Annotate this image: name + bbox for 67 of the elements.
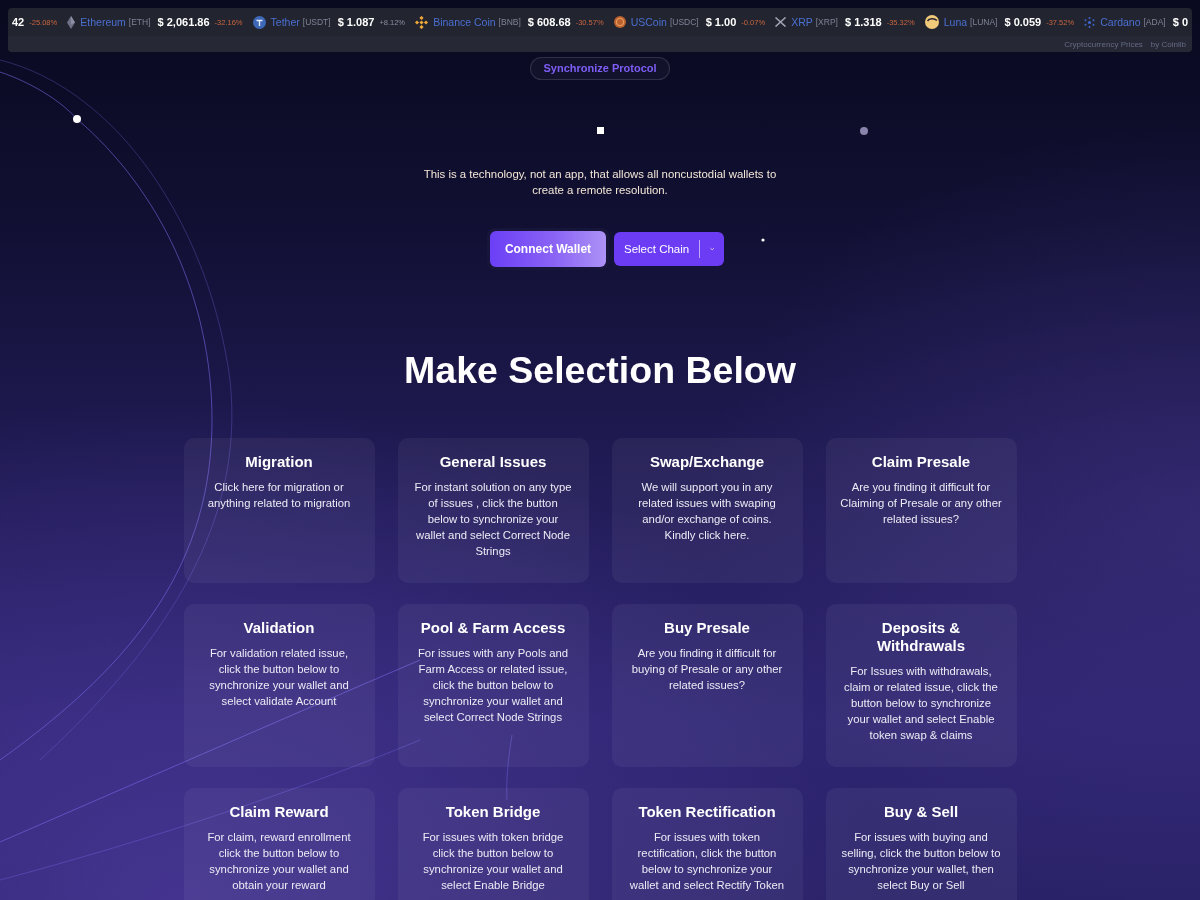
issue-card[interactable]: Pool & Farm Access For issues with any Pools and Farm Access or related issue, click the button below to synchronize your wallet and select Correct Node Strings <box>397 604 589 767</box>
coin-price: $ 2,061.86 <box>157 16 210 28</box>
crescent-icon <box>924 15 939 29</box>
card-description: For issues with any Pools and Farm Access or related issue, click the button below to synchronize your wallet and select Correct Node Strings <box>416 646 570 725</box>
card-description: For claim, reward enrollment click the button below to synchronize your wallet and obtain your reward <box>206 830 352 893</box>
coin-price: $ 1.00 <box>705 16 737 28</box>
issue-card[interactable]: Buy & Sell For issues with buying and selling, click the button below to synchronize your wallet, then select Buy or Sell <box>825 788 1017 900</box>
dot-icon <box>73 115 81 123</box>
dot-icon <box>761 238 765 242</box>
issue-card[interactable]: Swap/Exchange We will support you in any related issues with swaping and/or exchange of coins. Kindly click here. <box>611 438 803 583</box>
card-title: Swap/Exchange <box>648 453 766 471</box>
issue-card[interactable]: Buy Presale Are you finding it difficult for buying of Presale or any other related issues? <box>611 604 803 767</box>
sun-dots-icon <box>1084 16 1096 28</box>
coin-price: $ 608.68 <box>527 16 571 28</box>
card-description: For issues with buying and selling, click the button below to synchronize your wallet, then select Buy or Sell <box>840 830 1002 893</box>
card-title: Token Bridge <box>444 803 542 821</box>
card-description: For issues with token bridge click the button below to synchronize your wallet and select Enable Bridge <box>421 830 565 893</box>
coin-price: $ 0 <box>1172 16 1188 28</box>
coin-symbol: [USDC] <box>669 17 699 27</box>
coin-price: $ 1.087 <box>337 16 375 28</box>
card-title: General Issues <box>438 453 548 471</box>
dot-icon <box>860 127 868 135</box>
card-description: For instant solution on any type of issues , click the button below to synchronize your wallet and select Correct Node Strings <box>413 480 573 559</box>
card-title: Claim Reward <box>228 803 330 821</box>
issue-card[interactable]: Deposits & Withdrawals For Issues with withdrawals, claim or related issue, click the button below to synchronize your wallet and select Enable token swap & claims <box>825 604 1017 767</box>
card-description: We will support you in any related issues with swaping and/or exchange of coins. Kindly click here. <box>637 480 777 543</box>
card-description: Click here for migration or anything related to migration <box>206 480 352 511</box>
chevron-down-icon <box>709 246 714 252</box>
card-title: Validation <box>242 619 316 637</box>
card-description: For Issues with withdrawals, claim or related issue, click the button below to synchronize your wallet and select Enable token swap & claims <box>843 664 999 743</box>
rhombus-icon <box>415 15 429 29</box>
cross-icon <box>775 17 787 27</box>
card-description: Are you finding it difficult for buying of Presale or any other related issues? <box>630 646 784 693</box>
coin-symbol: [USDT] <box>302 17 331 27</box>
issue-card[interactable]: Token Rectification For issues with token rectification, click the button below to synchronize your wallet and select Rectify Token <box>611 788 803 900</box>
t-coin-icon <box>252 15 266 29</box>
section-heading: Make Selection Below <box>404 348 796 392</box>
card-title: Buy Presale <box>663 619 751 637</box>
coin-price: $ 0.059 <box>1004 16 1042 28</box>
issue-card[interactable]: Migration Click here for migration or anything related to migration <box>183 438 375 583</box>
coin-symbol: [ETH] <box>128 17 151 27</box>
issue-card[interactable]: Validation For validation related issue, click the button below to synchronize your wallet and select validate Account <box>183 604 375 767</box>
card-title: Buy & Sell <box>882 803 960 821</box>
card-title: Migration <box>244 453 314 471</box>
card-description: For validation related issue, click the button below to synchronize your wallet and select validate Account <box>208 646 350 709</box>
coin-price: 42 <box>12 16 25 28</box>
protocol-badge: Synchronize Protocol <box>530 57 670 80</box>
card-title: Deposits & Withdrawals <box>875 619 967 655</box>
issue-card[interactable]: General Issues For instant solution on any type of issues , click the button below to synchronize your wallet and select Correct Node Strings <box>397 438 589 583</box>
issue-card[interactable]: Token Bridge For issues with token bridge click the button below to synchronize your wallet and select Enable Bridge <box>397 788 589 900</box>
coin-symbol: [BNB] <box>498 17 521 27</box>
connect-wallet-button[interactable]: Connect Wallet <box>490 231 606 267</box>
card-description: For issues with token rectification, click the button below to synchronize your wallet and select Rectify Token <box>628 830 786 893</box>
intro-text: This is a technology, not an app, that allows all noncustodial wallets to create a remote resolution. <box>422 167 778 198</box>
coin-price: $ 1.318 <box>844 16 882 28</box>
card-title: Claim Presale <box>870 453 972 471</box>
coin-symbol: [XRP] <box>815 17 838 27</box>
card-title: Token Rectification <box>637 803 777 821</box>
coin-symbol: [LUNA] <box>970 17 998 27</box>
coin-symbol: [ADA] <box>1143 17 1166 27</box>
issue-card[interactable]: Claim Presale Are you finding it difficult for Claiming of Presale or any other related issues? <box>825 438 1017 583</box>
diamond-icon <box>67 15 76 29</box>
coin-icon <box>613 16 626 28</box>
card-description: Are you finding it difficult for Claiming of Presale or any other related issues? <box>840 480 1002 527</box>
card-title: Pool & Farm Access <box>419 619 567 637</box>
select-chain-dropdown[interactable]: Select Chain <box>614 232 724 266</box>
issue-card[interactable]: Claim Reward For claim, reward enrollment click the button below to synchronize your wallet and obtain your reward <box>183 788 375 900</box>
